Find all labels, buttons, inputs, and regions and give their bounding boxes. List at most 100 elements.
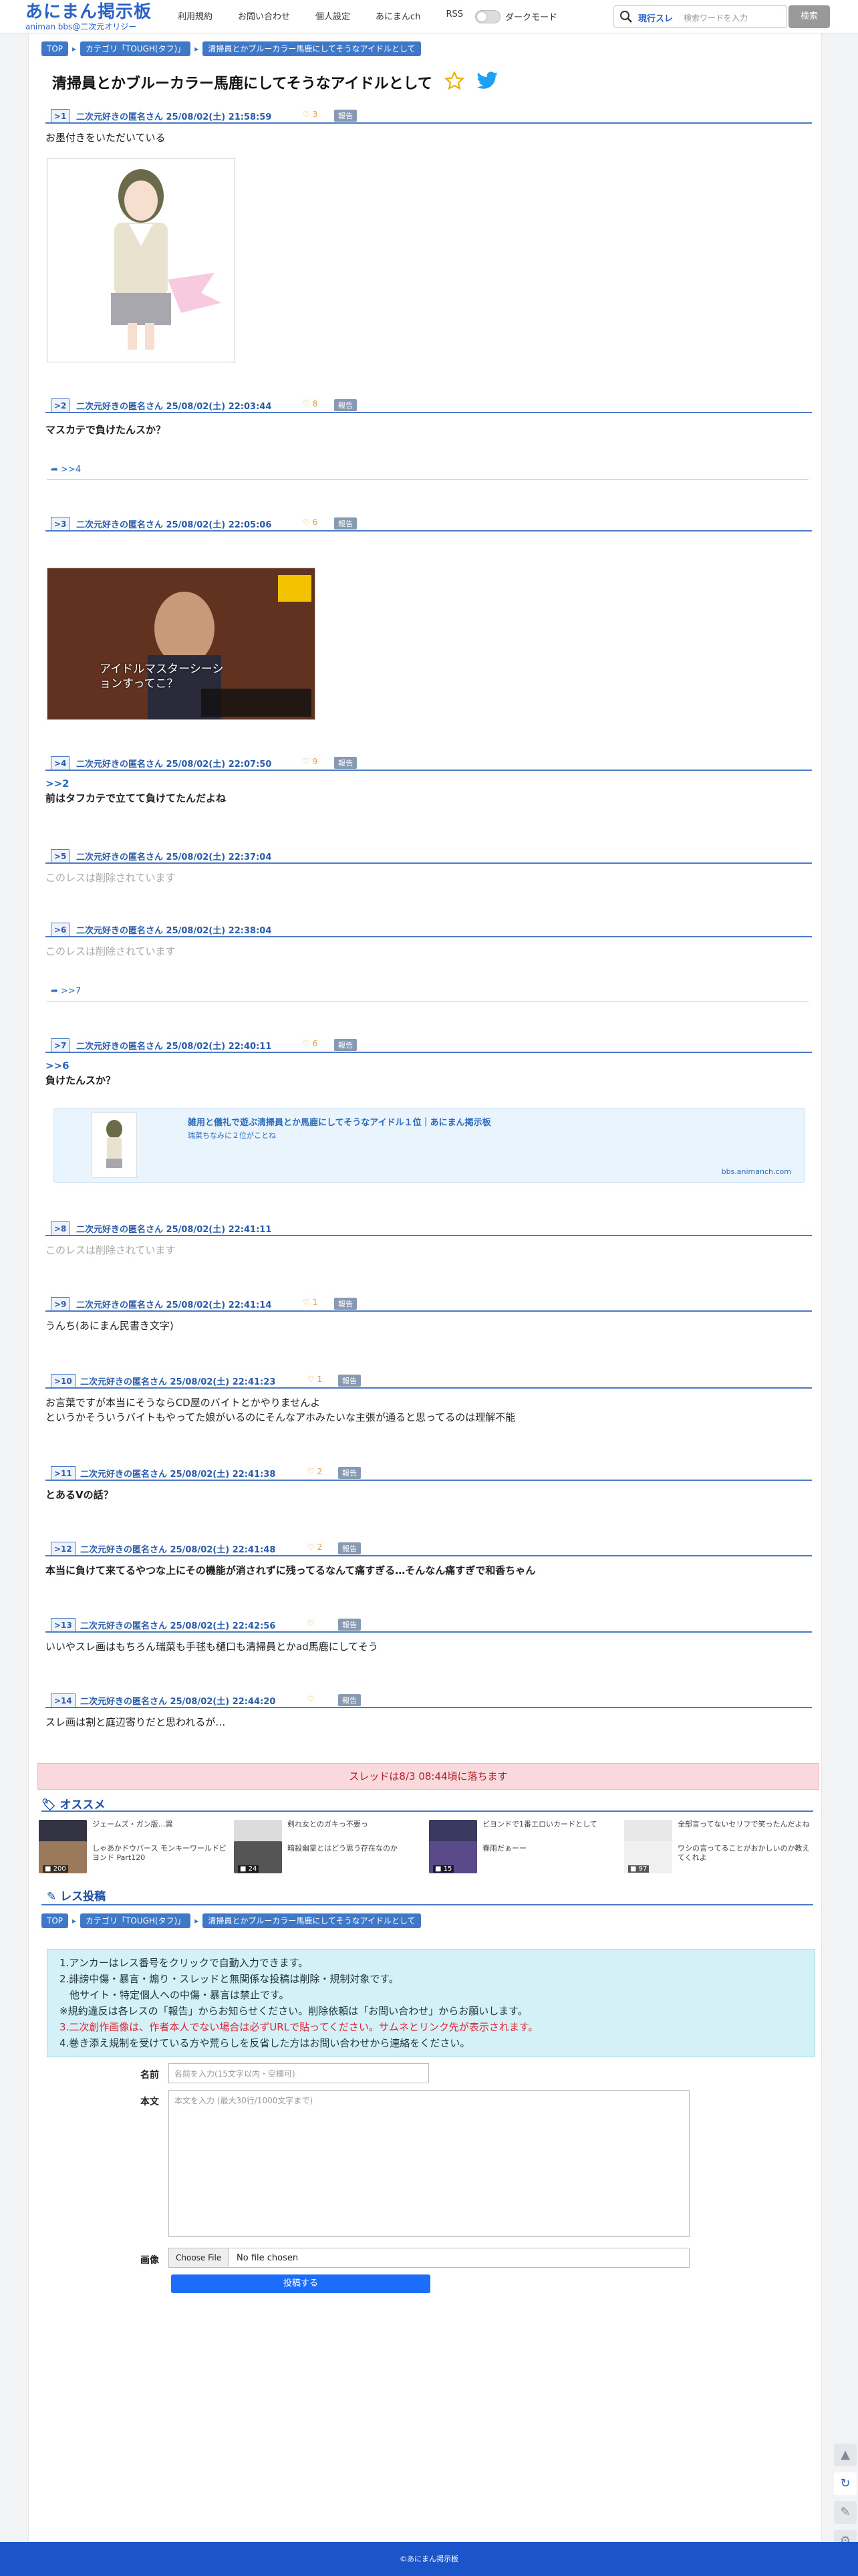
recommend-item[interactable]: ■ 15 春雨だぁーー bbox=[429, 1841, 623, 1901]
report-button[interactable]: 報告 bbox=[338, 1694, 361, 1706]
dark-mode-toggle[interactable] bbox=[475, 10, 500, 23]
like-count[interactable]: ♡ 2 bbox=[307, 1542, 322, 1552]
post-4: >4 二次元好きの匿名さん 25/08/02(土) 22:07:50 ♡ 9 報… bbox=[45, 756, 812, 806]
post-header: >13 二次元好きの匿名さん 25/08/02(土) 22:42:56 ♡ 報告 bbox=[45, 1618, 812, 1633]
link-title: 雑用と儀礼で遊ぶ清掃員とか馬鹿にしてそうなアイドル１位｜あにまん掲示板 bbox=[188, 1118, 491, 1128]
like-count[interactable]: ♡ bbox=[307, 1619, 315, 1628]
post-header: >5 二次元好きの匿名さん 25/08/02(土) 22:37:04 bbox=[45, 849, 812, 864]
name-input[interactable]: 名前を入力(15文字以内・空欄可) bbox=[168, 2063, 429, 2083]
recommend-title: ビヨンドで1番エロいカードとして bbox=[482, 1820, 597, 1829]
like-count[interactable]: ♡ 2 bbox=[307, 1467, 322, 1476]
report-button[interactable]: 報告 bbox=[334, 1039, 357, 1051]
post-1-image[interactable] bbox=[47, 158, 235, 362]
scroll-top-icon[interactable]: ▲ bbox=[834, 2444, 857, 2466]
nav-animanch[interactable]: あにまんch bbox=[376, 9, 420, 22]
reply-link[interactable]: ➦ >>4 bbox=[51, 465, 81, 475]
like-count[interactable]: ♡ bbox=[307, 1694, 315, 1704]
search-input[interactable]: 検索ワードを入力 bbox=[684, 12, 748, 23]
post-number[interactable]: >4 bbox=[51, 756, 70, 770]
post-number[interactable]: >10 bbox=[51, 1374, 76, 1387]
post-10: >10 二次元好きの匿名さん 25/08/02(土) 22:41:23 ♡ 1 … bbox=[45, 1374, 812, 1425]
post-body-wrap: >>6 負けたんスか？ bbox=[45, 1058, 812, 1088]
post-form-heading: ✎ レス投稿 bbox=[47, 1887, 106, 1903]
post-number[interactable]: >9 bbox=[51, 1297, 70, 1310]
like-count[interactable]: ♡ 3 bbox=[303, 110, 317, 119]
report-button[interactable]: 報告 bbox=[334, 757, 357, 769]
post-3-image[interactable]: アイドルマスターシーションすってこ？ bbox=[47, 568, 315, 720]
reload-icon[interactable]: ↻ bbox=[834, 2472, 857, 2495]
post-number[interactable]: >3 bbox=[51, 517, 70, 530]
recommend-item[interactable]: ■ 97 ワシの言ってることがおかしいのか教えてくれよ bbox=[624, 1841, 818, 1901]
post-header: >12 二次元好きの匿名さん 25/08/02(土) 22:41:48 ♡ 2 … bbox=[45, 1542, 812, 1556]
like-count[interactable]: ♡ 1 bbox=[307, 1375, 322, 1384]
post-body: スレ画は割と庭辺寄りだと思われるが… bbox=[45, 1716, 226, 1728]
report-button[interactable]: 報告 bbox=[334, 399, 357, 411]
image-file-input[interactable]: Choose File No file chosen bbox=[168, 2248, 690, 2268]
post-anchor[interactable]: >>2 bbox=[45, 776, 812, 791]
link-preview-card[interactable]: 雑用と儀礼で遊ぶ清掃員とか馬鹿にしてそうなアイドル１位｜あにまん掲示板 瑞菜ちな… bbox=[53, 1108, 805, 1183]
search-button[interactable]: 検索 bbox=[789, 5, 830, 28]
reply-anchor: >>7 bbox=[61, 986, 82, 996]
site-header: あにまん掲示板 animan bbs@二次元オリジー 利用規約 お問い合わせ 個… bbox=[0, 0, 858, 33]
edit-icon[interactable]: ✎ bbox=[834, 2501, 857, 2524]
post-number[interactable]: >8 bbox=[51, 1221, 70, 1235]
breadcrumb-thread[interactable]: 清掃員とかブルーカラー馬鹿にしてそうなアイドルとして bbox=[202, 41, 421, 56]
nav-rss[interactable]: RSS bbox=[446, 9, 463, 22]
post-3: >3 二次元好きの匿名さん 25/08/02(土) 22:05:06 ♡ 6 報… bbox=[45, 517, 812, 532]
report-button[interactable]: 報告 bbox=[338, 1542, 361, 1554]
like-count[interactable]: ♡ 6 bbox=[303, 1039, 317, 1048]
search-type-select[interactable]: 現行スレ bbox=[638, 11, 673, 24]
post-number[interactable]: >14 bbox=[51, 1693, 76, 1707]
like-count[interactable]: ♡ 6 bbox=[303, 517, 317, 527]
report-button[interactable]: 報告 bbox=[334, 110, 357, 122]
dark-mode-label: ダークモード bbox=[505, 13, 558, 23]
breadcrumb-category[interactable]: カテゴリ「TOUGH(タフ)」 bbox=[80, 1913, 191, 1928]
recommend-item[interactable]: ■ 24 暗殺幽霊とはどう思う存在なのか bbox=[234, 1841, 428, 1901]
post-body-wrap: お言葉ですが本当にそうならCD屋のバイトとかやりませんよ というかそういうバイト… bbox=[45, 1395, 812, 1425]
favorite-star-icon[interactable] bbox=[444, 70, 464, 95]
choose-file-button[interactable]: Choose File bbox=[169, 2248, 229, 2267]
post-meta: 二次元好きの匿名さん 25/08/02(土) 22:41:48 bbox=[80, 1545, 276, 1555]
nav-contact[interactable]: お問い合わせ bbox=[238, 9, 290, 22]
like-number: 9 bbox=[312, 757, 318, 766]
breadcrumb: TOP ▸ カテゴリ「TOUGH(タフ)」 ▸ 清掃員とかブルーカラー馬鹿にして… bbox=[41, 41, 425, 56]
post-number[interactable]: >2 bbox=[51, 398, 70, 412]
divider bbox=[41, 1904, 813, 1905]
reply-link[interactable]: ➦ >>7 bbox=[51, 986, 81, 996]
submit-button[interactable]: 投稿する bbox=[171, 2274, 430, 2293]
post-number[interactable]: >7 bbox=[51, 1038, 70, 1052]
post-number[interactable]: >1 bbox=[51, 109, 70, 122]
like-count[interactable]: ♡ 9 bbox=[303, 757, 317, 766]
breadcrumb-top[interactable]: TOP bbox=[41, 41, 69, 56]
twitter-share-icon[interactable] bbox=[476, 71, 498, 95]
breadcrumb-top[interactable]: TOP bbox=[41, 1913, 69, 1928]
breadcrumb-separator: ▸ bbox=[72, 44, 77, 53]
report-button[interactable]: 報告 bbox=[334, 1298, 357, 1310]
breadcrumb-bottom: TOP ▸ カテゴリ「TOUGH(タフ)」 ▸ 清掃員とかブルーカラー馬鹿にして… bbox=[41, 1913, 425, 1928]
post-number[interactable]: >12 bbox=[51, 1542, 76, 1555]
post-number[interactable]: >5 bbox=[51, 849, 70, 862]
nav-terms[interactable]: 利用規約 bbox=[178, 9, 212, 22]
report-button[interactable]: 報告 bbox=[338, 1467, 361, 1479]
report-button[interactable]: 報告 bbox=[338, 1375, 361, 1387]
post-number[interactable]: >11 bbox=[51, 1466, 76, 1480]
like-number: 1 bbox=[312, 1298, 318, 1307]
report-button[interactable]: 報告 bbox=[338, 1619, 361, 1631]
image-caption: アイドルマスターシーションすってこ？ bbox=[100, 663, 224, 691]
body-textarea[interactable]: 本文を入力 (最大30行/1000文字まで) bbox=[168, 2090, 690, 2237]
post-anchor[interactable]: >>6 bbox=[45, 1058, 812, 1073]
like-count[interactable]: ♡ 8 bbox=[303, 399, 317, 408]
search-box[interactable]: 現行スレ 検索ワードを入力 bbox=[613, 5, 787, 28]
report-button[interactable]: 報告 bbox=[334, 517, 357, 530]
like-count[interactable]: ♡ 1 bbox=[303, 1298, 317, 1307]
post-number[interactable]: >6 bbox=[51, 923, 70, 936]
nav-settings[interactable]: 個人設定 bbox=[315, 9, 350, 22]
site-logo[interactable]: あにまん掲示板 animan bbs@二次元オリジー bbox=[25, 1, 152, 31]
divider bbox=[47, 1001, 809, 1002]
breadcrumb-category[interactable]: カテゴリ「TOUGH(タフ)」 bbox=[80, 41, 191, 56]
post-number[interactable]: >13 bbox=[51, 1618, 76, 1631]
recommend-title: 全部言ってないセリフで笑ったんだよね bbox=[678, 1820, 810, 1829]
comment-count-value: 200 bbox=[53, 1865, 66, 1873]
breadcrumb-thread[interactable]: 清掃員とかブルーカラー馬鹿にしてそうなアイドルとして bbox=[202, 1913, 421, 1928]
like-number: 6 bbox=[312, 1039, 318, 1048]
